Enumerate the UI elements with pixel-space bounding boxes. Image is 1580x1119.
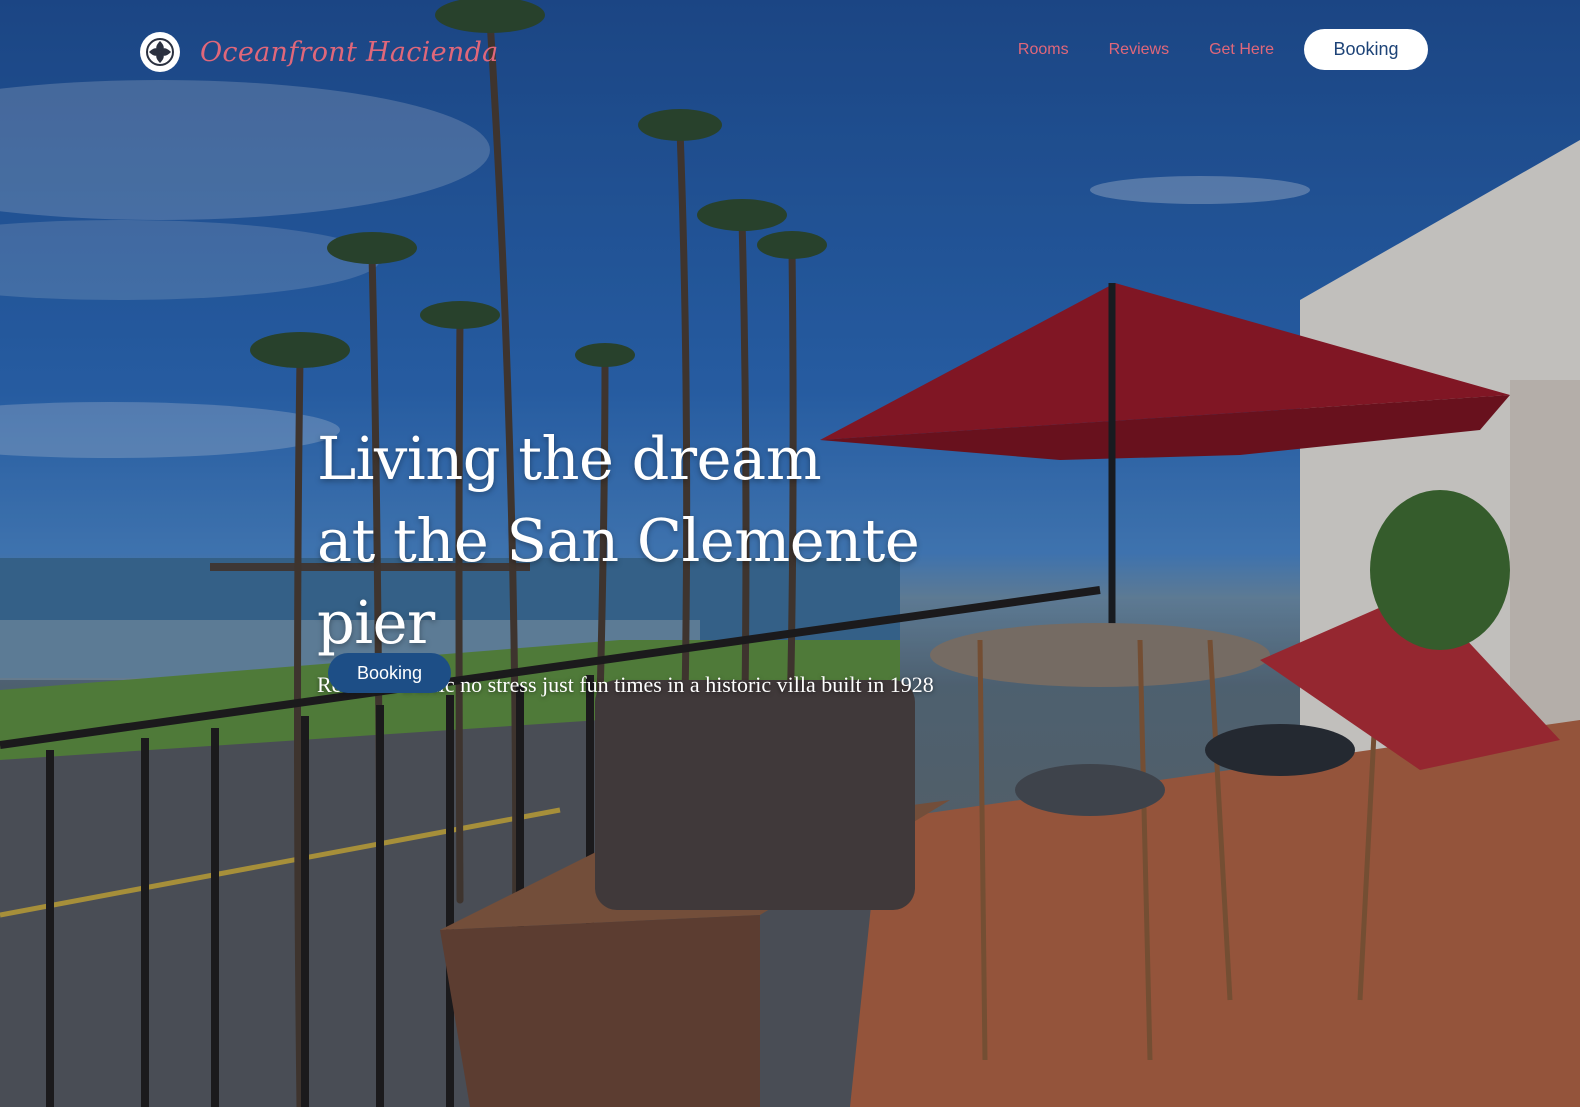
hero-booking-button[interactable]: Booking <box>328 653 451 693</box>
hero-headline-line-1: Living the dream <box>317 424 822 493</box>
fleur-emblem-icon <box>140 32 180 72</box>
logo-wordmark: Oceanfront Hacienda <box>200 36 499 68</box>
nav-link-rooms[interactable]: Rooms <box>1018 41 1069 59</box>
main-nav: Rooms Reviews Get Here Booking <box>1018 29 1428 70</box>
nav-link-get-here[interactable]: Get Here <box>1209 41 1274 59</box>
nav-link-reviews[interactable]: Reviews <box>1109 41 1169 59</box>
header-booking-button[interactable]: Booking <box>1304 29 1428 70</box>
site-logo[interactable]: Oceanfront Hacienda <box>140 30 499 74</box>
hero-headline: Living the dream at the San Clemente pie… <box>317 418 1037 664</box>
hero-headline-line-2: at the San Clemente pier <box>317 506 920 657</box>
